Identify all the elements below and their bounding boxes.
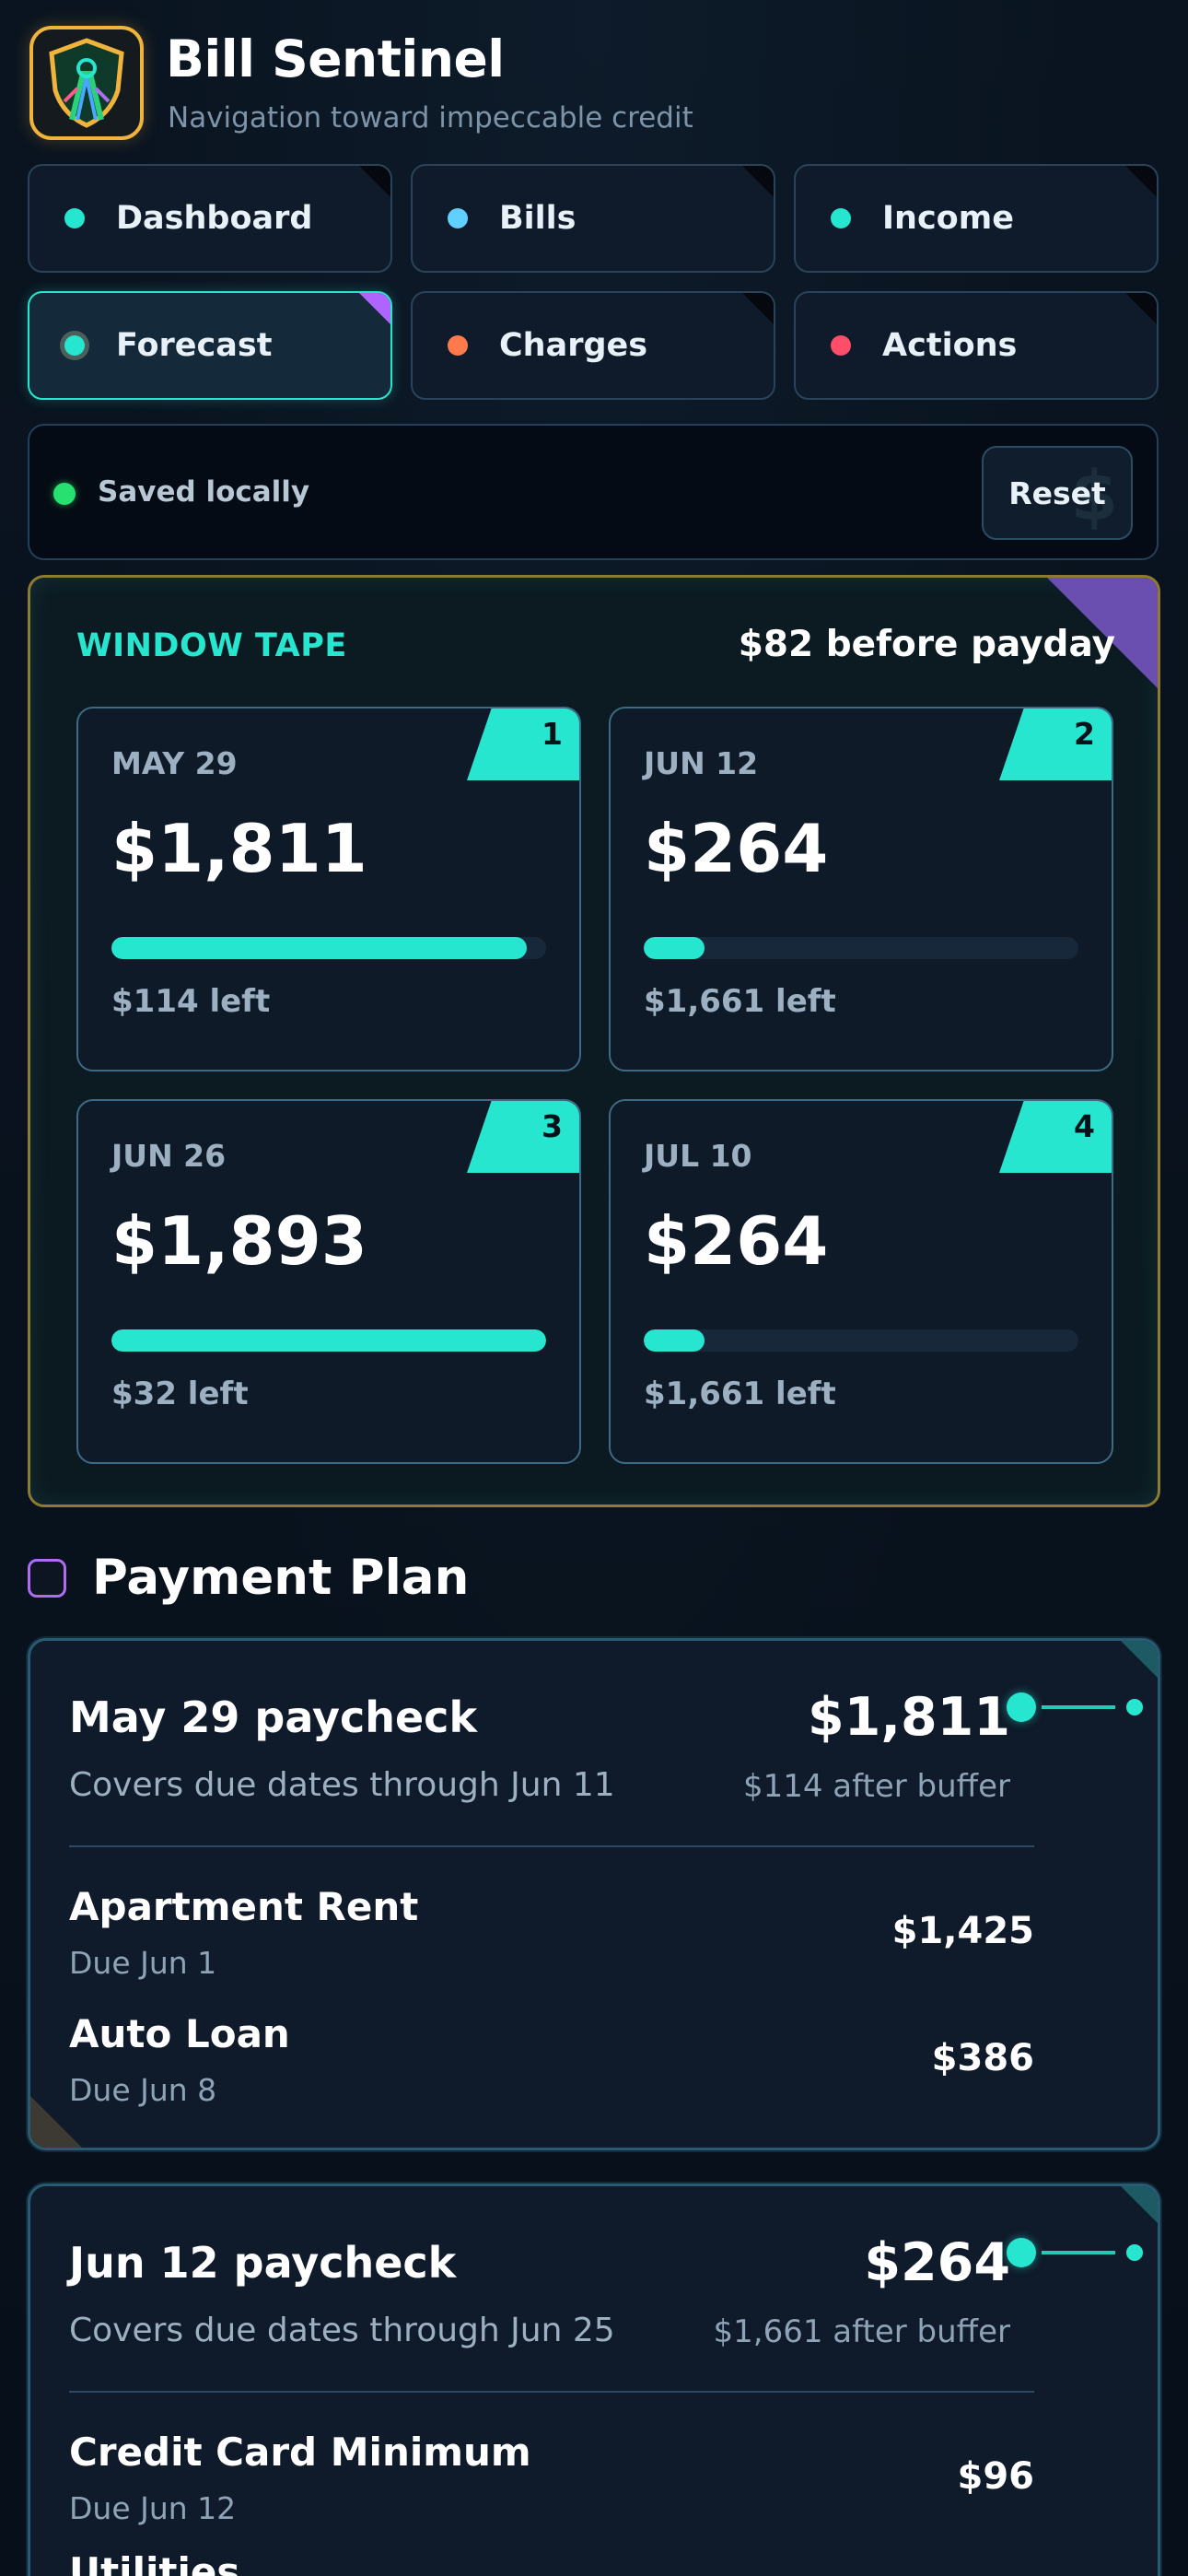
bill-amount: $386 [931, 2037, 1034, 2079]
nav-actions-button[interactable]: Actions [794, 291, 1159, 400]
nav-label: Bills [499, 200, 577, 237]
status-dot-icon [831, 208, 851, 228]
divider [69, 2391, 1034, 2393]
saved-status-dot-icon [53, 483, 76, 505]
window-card[interactable]: 3 JUN 26 $1,893 $32 left [76, 1099, 581, 1464]
window-progress-track [111, 1329, 546, 1352]
app-title: Bill Sentinel [166, 29, 505, 88]
window-amount: $1,893 [111, 1202, 367, 1280]
window-remaining: $114 left [111, 983, 271, 1020]
window-amount: $264 [644, 810, 829, 887]
bill-name: Utilities [69, 2549, 240, 2576]
window-number-badge: 4 [1074, 1108, 1095, 1144]
nav-dashboard-button[interactable]: Dashboard [28, 164, 392, 273]
window-date: JUL 10 [644, 1138, 752, 1174]
app-subtitle: Navigation toward impeccable credit [168, 101, 693, 135]
paycheck-card[interactable]: Jun 12 paycheck Covers due dates through… [28, 2184, 1160, 2576]
bill-due-date: Due Jun 1 [69, 1945, 217, 1981]
paycheck-after-buffer: $114 after buffer [742, 1768, 1010, 1805]
window-card[interactable]: 2 JUN 12 $264 $1,661 left [609, 707, 1113, 1071]
nav-income-button[interactable]: Income [794, 164, 1159, 273]
window-remaining: $1,661 left [644, 1376, 836, 1412]
window-number-badge: 2 [1074, 716, 1095, 752]
bill-row[interactable]: Utilities [69, 2549, 1034, 2576]
paycheck-title: Jun 12 paycheck [69, 2238, 457, 2288]
window-date: MAY 29 [111, 745, 238, 781]
window-remaining: $32 left [111, 1376, 249, 1412]
bill-amount: $96 [957, 2455, 1035, 2498]
window-card[interactable]: 1 MAY 29 $1,811 $114 left [76, 707, 581, 1071]
window-progress-fill [644, 937, 705, 959]
paycheck-amount: $1,811 [808, 1687, 1010, 1748]
window-progress-fill [644, 1329, 705, 1352]
payment-plan-title: Payment Plan [92, 1550, 470, 1606]
nav-label: Income [882, 200, 1014, 237]
window-amount: $1,811 [111, 810, 367, 887]
save-status-text: Saved locally [98, 475, 310, 509]
bill-amount: $1,425 [891, 1910, 1034, 1952]
window-amount: $264 [644, 1202, 829, 1280]
window-progress-track [644, 937, 1078, 959]
window-date: JUN 12 [644, 745, 759, 781]
status-dot-icon [831, 335, 851, 356]
divider [69, 1845, 1034, 1847]
nav-label: Forecast [116, 327, 273, 364]
shield-road-icon [29, 26, 144, 140]
reset-label: Reset [1008, 474, 1106, 511]
nav-label: Charges [499, 327, 648, 364]
timeline-connector-icon [1007, 2236, 1143, 2269]
payment-plan-checkbox[interactable] [28, 1559, 66, 1598]
window-tape-title: WINDOW TAPE [76, 627, 347, 664]
paycheck-coverage: Covers due dates through Jun 25 [69, 2312, 615, 2349]
window-tape-summary: $82 before payday [738, 624, 1115, 665]
bill-name: Credit Card Minimum [69, 2430, 531, 2475]
bill-row[interactable]: Apartment Rent Due Jun 1 $1,425 [69, 1884, 1034, 1995]
status-dot-icon [448, 335, 468, 356]
window-number-badge: 1 [542, 716, 563, 752]
window-remaining: $1,661 left [644, 983, 836, 1020]
nav-label: Dashboard [116, 200, 313, 237]
status-bar: Saved locally $ Reset [28, 424, 1159, 560]
bill-name: Auto Loan [69, 2011, 290, 2056]
window-progress-fill [111, 937, 527, 959]
paycheck-after-buffer: $1,661 after buffer [713, 2313, 1010, 2350]
paycheck-amount: $264 [864, 2232, 1010, 2293]
bill-due-date: Due Jun 8 [69, 2072, 217, 2108]
status-dot-icon [64, 208, 85, 228]
window-progress-track [111, 937, 546, 959]
window-progress-fill [111, 1329, 546, 1352]
bill-due-date: Due Jun 12 [69, 2490, 237, 2526]
paycheck-coverage: Covers due dates through Jun 11 [69, 1766, 615, 1804]
nav-bills-button[interactable]: Bills [411, 164, 775, 273]
window-progress-track [644, 1329, 1078, 1352]
window-date: JUN 26 [111, 1138, 227, 1174]
window-number-badge: 3 [542, 1108, 563, 1144]
nav-charges-button[interactable]: Charges [411, 291, 775, 400]
nav-label: Actions [882, 327, 1018, 364]
window-card[interactable]: 4 JUL 10 $264 $1,661 left [609, 1099, 1113, 1464]
status-dot-icon [64, 335, 85, 356]
timeline-connector-icon [1007, 1691, 1143, 1724]
bill-row[interactable]: Auto Loan Due Jun 8 $386 [69, 2011, 1034, 2122]
app-header: Bill Sentinel Navigation toward impeccab… [29, 26, 1159, 144]
bill-name: Apartment Rent [69, 1884, 419, 1929]
paycheck-title: May 29 paycheck [69, 1692, 478, 1742]
status-dot-icon [448, 208, 468, 228]
window-tape-panel: WINDOW TAPE $82 before payday 1 MAY 29 $… [28, 575, 1160, 1507]
bill-row[interactable]: Credit Card Minimum Due Jun 12 $96 [69, 2430, 1034, 2540]
nav-forecast-button[interactable]: Forecast [28, 291, 392, 400]
paycheck-card[interactable]: May 29 paycheck Covers due dates through… [28, 1638, 1160, 2150]
reset-button[interactable]: $ Reset [982, 446, 1133, 540]
